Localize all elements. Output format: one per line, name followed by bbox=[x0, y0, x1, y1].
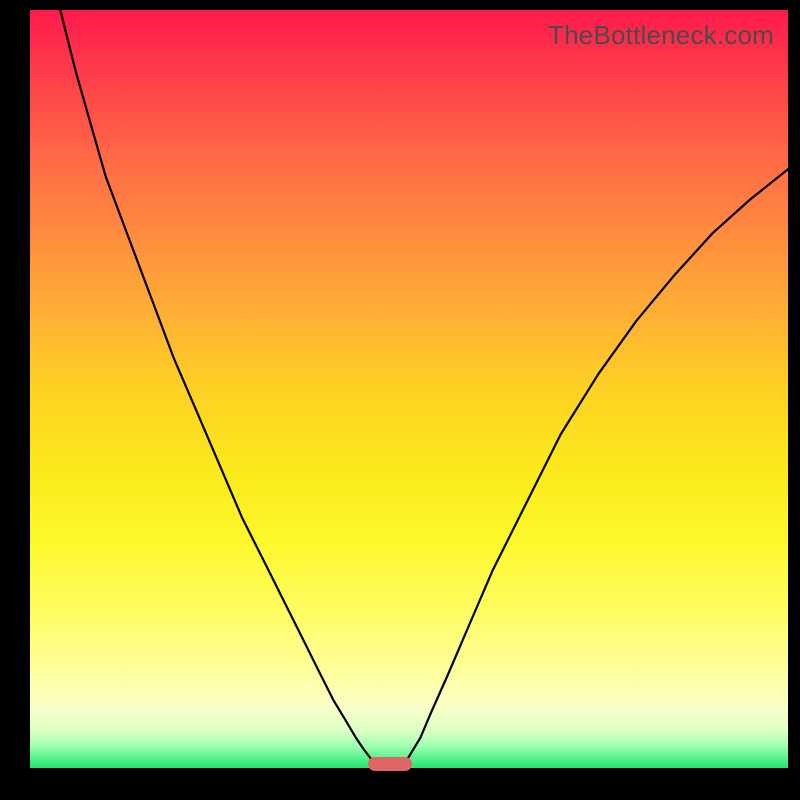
bottleneck-curve bbox=[30, 10, 788, 768]
optimal-marker bbox=[368, 757, 412, 771]
chart-frame: TheBottleneck.com bbox=[0, 0, 800, 800]
chart-plot-area: TheBottleneck.com bbox=[30, 10, 788, 768]
curve-path bbox=[60, 10, 788, 766]
